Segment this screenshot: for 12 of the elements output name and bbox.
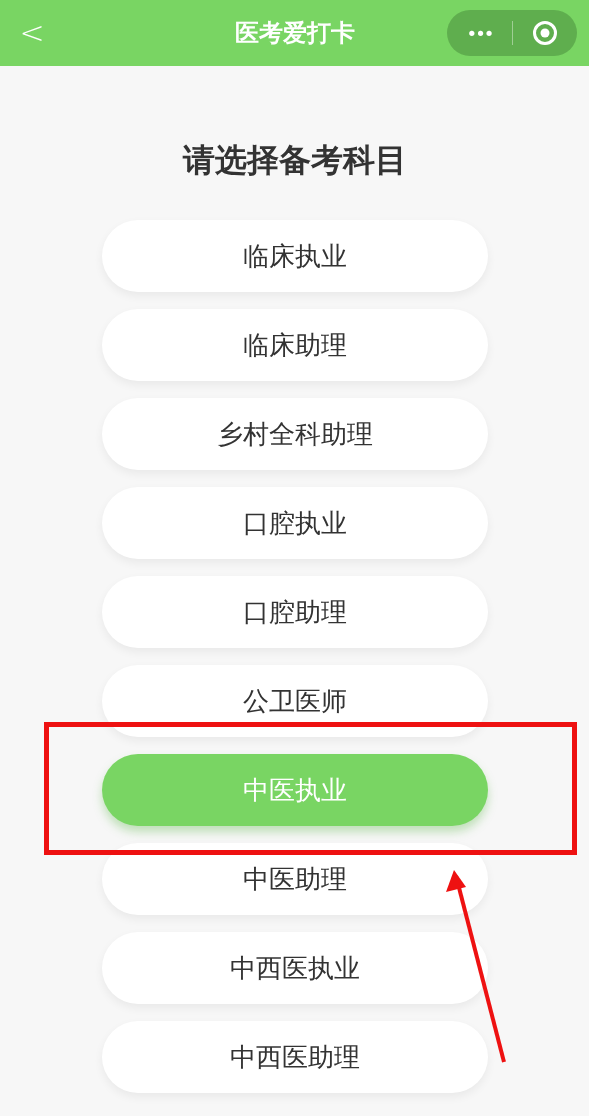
- subject-option[interactable]: 公卫医师: [101, 665, 488, 737]
- heading: 请选择备考科目: [181, 140, 408, 181]
- subject-option[interactable]: 口腔执业: [101, 487, 488, 559]
- subject-option[interactable]: 中医助理: [101, 843, 488, 915]
- subject-option[interactable]: 临床助理: [101, 309, 488, 381]
- subject-option[interactable]: 临床执业: [101, 220, 488, 292]
- subject-option[interactable]: 乡村全科助理: [101, 398, 488, 470]
- subject-option[interactable]: 中西医助理: [101, 1021, 488, 1093]
- subject-option[interactable]: 中西医执业: [101, 932, 488, 1004]
- subject-option[interactable]: 口腔助理: [101, 576, 488, 648]
- page-title: 医考爱打卡: [234, 18, 355, 49]
- target-icon: [532, 20, 558, 46]
